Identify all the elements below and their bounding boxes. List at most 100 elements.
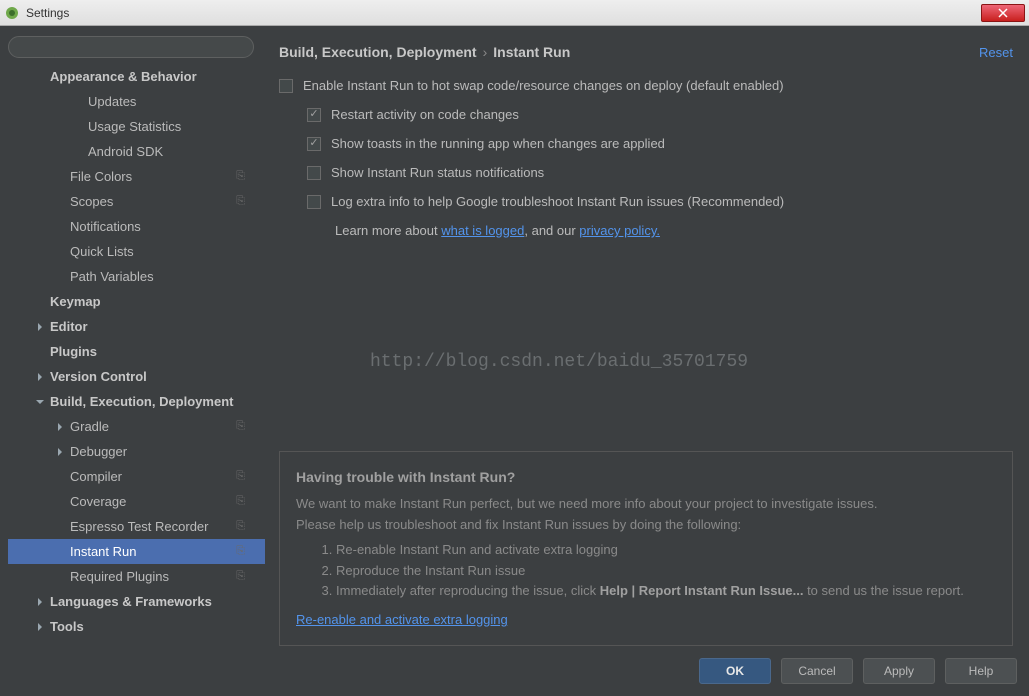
trouble-step: Immediately after reproducing the issue,… bbox=[336, 581, 996, 602]
tree-arrow-icon bbox=[56, 472, 66, 482]
text: Learn more about bbox=[335, 223, 441, 238]
scope-badge-icon: ⎘ bbox=[236, 470, 245, 483]
tree-arrow-icon bbox=[56, 172, 66, 182]
tree-arrow-icon bbox=[56, 522, 66, 532]
text: to send us the issue report. bbox=[803, 583, 963, 598]
window-title: Settings bbox=[26, 6, 981, 20]
tree-label: Version Control bbox=[50, 369, 265, 384]
tree-item[interactable]: Gradle⎘ bbox=[8, 414, 265, 439]
tree-label: Coverage bbox=[70, 494, 236, 509]
tree-item[interactable]: Espresso Test Recorder⎘ bbox=[8, 514, 265, 539]
scope-badge-icon: ⎘ bbox=[236, 195, 245, 208]
search-input[interactable] bbox=[8, 36, 254, 58]
link-what-is-logged[interactable]: what is logged bbox=[441, 223, 524, 238]
tree-item[interactable]: Quick Lists bbox=[8, 239, 265, 264]
tree-item[interactable]: Coverage⎘ bbox=[8, 489, 265, 514]
tree-label: Quick Lists bbox=[70, 244, 265, 259]
tree-item[interactable]: Android SDK bbox=[8, 139, 265, 164]
tree-arrow-icon bbox=[56, 247, 66, 257]
tree-arrow-icon bbox=[56, 447, 66, 457]
options-area: Enable Instant Run to hot swap code/reso… bbox=[279, 66, 1013, 238]
tree-item[interactable]: Notifications bbox=[8, 214, 265, 239]
tree-item[interactable]: Usage Statistics bbox=[8, 114, 265, 139]
tree-label: Notifications bbox=[70, 219, 265, 234]
tree-arrow-icon bbox=[36, 597, 46, 607]
scope-badge-icon: ⎘ bbox=[236, 170, 245, 183]
tree-item[interactable]: Updates bbox=[8, 89, 265, 114]
trouble-step: Re-enable Instant Run and activate extra… bbox=[336, 540, 996, 561]
tree-arrow-icon bbox=[36, 397, 46, 407]
breadcrumb-separator: › bbox=[483, 44, 488, 60]
tree-label: Scopes bbox=[70, 194, 236, 209]
tree-item[interactable]: File Colors⎘ bbox=[8, 164, 265, 189]
tree-item[interactable]: Version Control bbox=[8, 364, 265, 389]
scope-badge-icon: ⎘ bbox=[236, 420, 245, 433]
checkbox-enable-instant-run[interactable] bbox=[279, 79, 293, 93]
tree-item[interactable]: Appearance & Behavior bbox=[8, 64, 265, 89]
text: Immediately after reproducing the issue,… bbox=[336, 583, 600, 598]
option-label: Enable Instant Run to hot swap code/reso… bbox=[303, 78, 784, 93]
cancel-button[interactable]: Cancel bbox=[781, 658, 853, 684]
tree-item[interactable]: Compiler⎘ bbox=[8, 464, 265, 489]
tree-label: File Colors bbox=[70, 169, 236, 184]
help-button[interactable]: Help bbox=[945, 658, 1017, 684]
close-icon bbox=[998, 8, 1008, 18]
breadcrumb: Build, Execution, Deployment › Instant R… bbox=[279, 38, 1013, 66]
tree-arrow-icon bbox=[74, 147, 84, 157]
scope-badge-icon: ⎘ bbox=[236, 495, 245, 508]
tree-item[interactable]: Path Variables bbox=[8, 264, 265, 289]
tree-label: Appearance & Behavior bbox=[50, 69, 265, 84]
tree-item[interactable]: Required Plugins⎘ bbox=[8, 564, 265, 589]
trouble-text: We want to make Instant Run perfect, but… bbox=[296, 494, 996, 515]
tree-arrow-icon bbox=[36, 72, 46, 82]
tree-item[interactable]: Languages & Frameworks bbox=[8, 589, 265, 614]
tree-label: Updates bbox=[88, 94, 265, 109]
scope-badge-icon: ⎘ bbox=[236, 570, 245, 583]
tree-item[interactable]: Build, Execution, Deployment bbox=[8, 389, 265, 414]
breadcrumb-part: Build, Execution, Deployment bbox=[279, 44, 477, 60]
settings-tree: Appearance & Behavior Updates Usage Statis… bbox=[8, 64, 265, 646]
checkbox-status-notifications[interactable] bbox=[307, 166, 321, 180]
tree-arrow-icon bbox=[36, 297, 46, 307]
tree-label: Path Variables bbox=[70, 269, 265, 284]
link-privacy-policy[interactable]: privacy policy. bbox=[579, 223, 660, 238]
scope-badge-icon: ⎘ bbox=[236, 520, 245, 533]
tree-arrow-icon bbox=[74, 97, 84, 107]
tree-arrow-icon bbox=[36, 322, 46, 332]
tree-arrow-icon bbox=[56, 547, 66, 557]
trouble-heading: Having trouble with Instant Run? bbox=[296, 466, 996, 488]
checkbox-show-toasts[interactable] bbox=[307, 137, 321, 151]
tree-label: Languages & Frameworks bbox=[50, 594, 265, 609]
menu-path: Help | Report Instant Run Issue... bbox=[600, 583, 804, 598]
tree-item[interactable]: Plugins bbox=[8, 339, 265, 364]
titlebar: Settings bbox=[0, 0, 1029, 26]
tree-arrow-icon bbox=[56, 422, 66, 432]
tree-label: Instant Run bbox=[70, 544, 236, 559]
checkbox-log-extra[interactable] bbox=[307, 195, 321, 209]
tree-item[interactable]: Instant Run⎘ bbox=[8, 539, 265, 564]
tree-label: Editor bbox=[50, 319, 265, 334]
trouble-text: Please help us troubleshoot and fix Inst… bbox=[296, 515, 996, 536]
tree-item[interactable]: Editor bbox=[8, 314, 265, 339]
apply-button[interactable]: Apply bbox=[863, 658, 935, 684]
ok-button[interactable]: OK bbox=[699, 658, 771, 684]
tree-arrow-icon bbox=[56, 222, 66, 232]
tree-item[interactable]: Tools bbox=[8, 614, 265, 639]
tree-label: Tools bbox=[50, 619, 265, 634]
close-button[interactable] bbox=[981, 4, 1025, 22]
tree-label: Compiler bbox=[70, 469, 236, 484]
tree-item[interactable]: Scopes⎘ bbox=[8, 189, 265, 214]
tree-item[interactable]: Debugger bbox=[8, 439, 265, 464]
breadcrumb-part: Instant Run bbox=[493, 44, 570, 60]
reset-link[interactable]: Reset bbox=[979, 45, 1013, 60]
checkbox-restart-activity[interactable] bbox=[307, 108, 321, 122]
link-reenable-logging[interactable]: Re-enable and activate extra logging bbox=[296, 612, 508, 627]
tree-label: Keymap bbox=[50, 294, 265, 309]
tree-label: Plugins bbox=[50, 344, 265, 359]
option-label: Restart activity on code changes bbox=[331, 107, 519, 122]
tree-item[interactable]: Keymap bbox=[8, 289, 265, 314]
tree-arrow-icon bbox=[56, 197, 66, 207]
tree-label: Espresso Test Recorder bbox=[70, 519, 236, 534]
tree-label: Gradle bbox=[70, 419, 236, 434]
tree-arrow-icon bbox=[56, 272, 66, 282]
